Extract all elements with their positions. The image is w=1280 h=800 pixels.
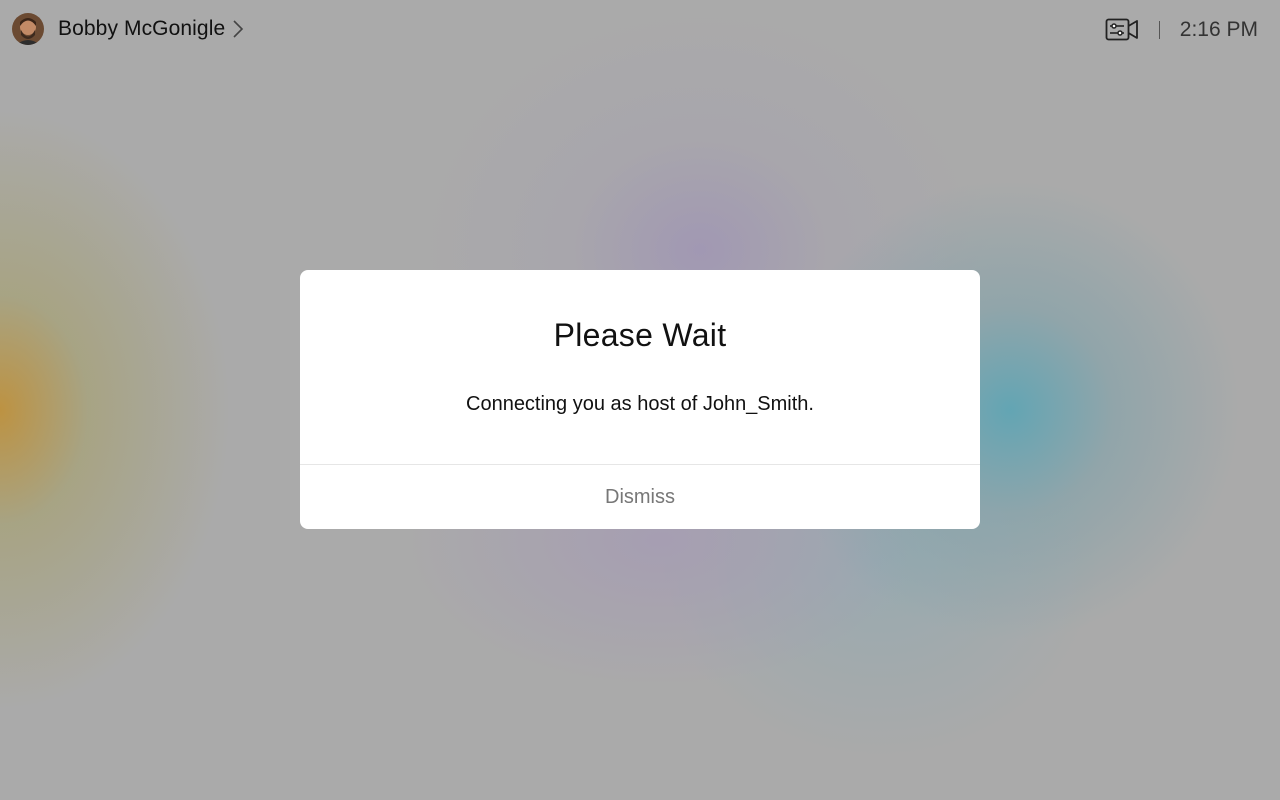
avatar <box>12 13 44 45</box>
status-bar: 2:16 PM <box>1105 14 1258 46</box>
dialog-message: Connecting you as host of John_Smith. <box>466 393 814 415</box>
please-wait-dialog: Please Wait Connecting you as host of Jo… <box>300 270 980 529</box>
chevron-right-icon <box>232 19 244 39</box>
user-profile-button[interactable]: Bobby McGonigle <box>12 13 244 45</box>
camera-controls-icon[interactable] <box>1105 17 1139 43</box>
dialog-title: Please Wait <box>553 317 727 353</box>
divider <box>1158 21 1160 39</box>
dismiss-button[interactable]: Dismiss <box>300 465 980 529</box>
background: Bobby McGonigle 2:16 PM Please Wait Conn… <box>0 0 1280 800</box>
clock: 2:16 PM <box>1179 18 1258 41</box>
user-name: Bobby McGonigle <box>58 17 226 40</box>
